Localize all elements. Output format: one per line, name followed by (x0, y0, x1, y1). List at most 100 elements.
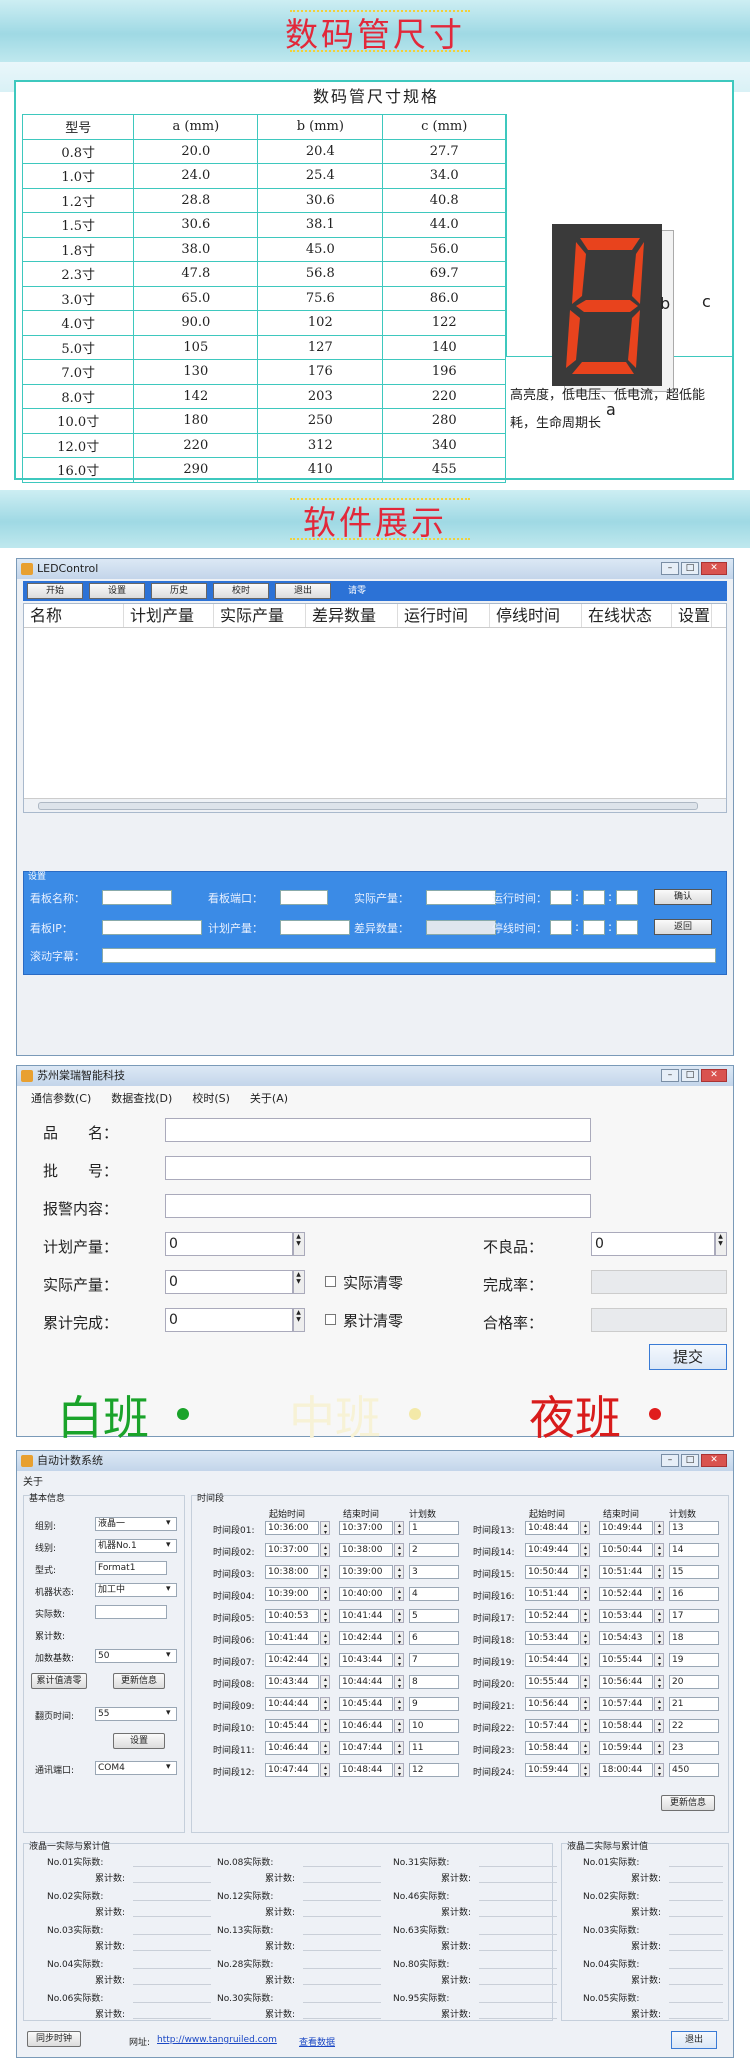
plan-input[interactable] (280, 920, 350, 935)
minimize-button-3[interactable]: – (661, 1454, 679, 1467)
plan-count-input[interactable]: 6 (409, 1631, 459, 1645)
menu-item[interactable]: 数据查找(D) (111, 1090, 172, 1106)
spin-icon[interactable]: ▴▾ (654, 1543, 664, 1558)
start-time-input[interactable]: 10:46:44 (265, 1741, 319, 1755)
board-name-input[interactable] (102, 890, 172, 905)
plan-count-input[interactable]: 23 (669, 1741, 719, 1755)
spin-icon[interactable]: ▴▾ (654, 1675, 664, 1690)
spin-icon[interactable]: ▴▾ (580, 1565, 590, 1580)
column-header[interactable]: 实际产量 (214, 604, 306, 627)
spin-icon[interactable]: ▴▾ (654, 1653, 664, 1668)
cum-stepper[interactable]: 0 (165, 1308, 293, 1332)
toolbar-button[interactable]: 退出 (275, 583, 331, 599)
spin-icon[interactable]: ▴▾ (394, 1565, 404, 1580)
view-data-link[interactable]: 查看数据 (299, 2035, 335, 2048)
spin-icon[interactable]: ▴▾ (394, 1587, 404, 1602)
spin-icon[interactable]: ▴▾ (654, 1631, 664, 1646)
spin-icon[interactable]: ▴▾ (394, 1741, 404, 1756)
spin-icon[interactable]: ▴▾ (394, 1653, 404, 1668)
spin-icon[interactable]: ▴▾ (580, 1543, 590, 1558)
name-input[interactable] (165, 1118, 591, 1142)
end-time-input[interactable]: 10:41:44 (339, 1609, 393, 1623)
start-time-input[interactable]: 10:53:44 (525, 1631, 579, 1645)
start-time-input[interactable]: 10:43:44 (265, 1675, 319, 1689)
start-time-input[interactable]: 10:59:44 (525, 1763, 579, 1777)
end-time-input[interactable]: 10:40:00 (339, 1587, 393, 1601)
plan-count-input[interactable]: 11 (409, 1741, 459, 1755)
start-time-input[interactable]: 10:36:00 (265, 1521, 319, 1535)
start-time-input[interactable]: 10:38:00 (265, 1565, 319, 1579)
spin-icon[interactable]: ▴▾ (320, 1653, 330, 1668)
spin-icon[interactable]: ▴▾ (394, 1631, 404, 1646)
exit-button[interactable]: 退出 (671, 2031, 717, 2049)
stepper-arrows[interactable]: ▲▼ (715, 1232, 727, 1256)
spin-icon[interactable]: ▴▾ (580, 1631, 590, 1646)
column-header[interactable]: 运行时间 (398, 604, 490, 627)
spin-icon[interactable]: ▴▾ (580, 1763, 590, 1778)
stop-time-hh[interactable] (550, 920, 572, 935)
plan-count-input[interactable]: 2 (409, 1543, 459, 1557)
maximize-button[interactable]: □ (681, 562, 699, 575)
bad-stepper[interactable]: 0 (591, 1232, 715, 1256)
stepper-arrows[interactable]: ▲▼ (293, 1270, 305, 1294)
plan-count-input[interactable]: 1 (409, 1521, 459, 1535)
spin-icon[interactable]: ▴▾ (320, 1609, 330, 1624)
plan-count-input[interactable]: 19 (669, 1653, 719, 1667)
plan-count-input[interactable]: 9 (409, 1697, 459, 1711)
end-time-input[interactable]: 10:39:00 (339, 1565, 393, 1579)
toolbar-button[interactable]: 历史 (151, 583, 207, 599)
column-header[interactable]: 设置 (672, 604, 712, 627)
start-time-input[interactable]: 10:55:44 (525, 1675, 579, 1689)
start-time-input[interactable]: 10:44:44 (265, 1697, 319, 1711)
stop-time-ss[interactable] (616, 920, 638, 935)
maximize-button-3[interactable]: □ (681, 1454, 699, 1467)
close-button-3[interactable]: ✕ (701, 1454, 727, 1467)
line-select[interactable]: 机器No.1 (95, 1539, 177, 1553)
spin-icon[interactable]: ▴▾ (654, 1697, 664, 1712)
start-time-input[interactable]: 10:40:53 (265, 1609, 319, 1623)
plan-count-input[interactable]: 7 (409, 1653, 459, 1667)
start-time-input[interactable]: 10:45:44 (265, 1719, 319, 1733)
end-time-input[interactable]: 10:45:44 (339, 1697, 393, 1711)
state-select[interactable]: 加工中 (95, 1583, 177, 1597)
spin-icon[interactable]: ▴▾ (394, 1521, 404, 1536)
site-link[interactable]: http://www.tangruiled.com (157, 2035, 277, 2045)
spin-icon[interactable]: ▴▾ (394, 1719, 404, 1734)
submit-button[interactable]: 提交 (649, 1344, 727, 1370)
base-select[interactable]: 50 (95, 1649, 177, 1663)
toolbar-button[interactable]: 校时 (213, 583, 269, 599)
spin-icon[interactable]: ▴▾ (320, 1543, 330, 1558)
type-input[interactable]: Format1 (95, 1561, 167, 1575)
spin-icon[interactable]: ▴▾ (580, 1741, 590, 1756)
confirm-button[interactable]: 确认 (654, 889, 712, 905)
spin-icon[interactable]: ▴▾ (394, 1675, 404, 1690)
checkbox[interactable] (325, 1276, 336, 1287)
plan-count-input[interactable]: 5 (409, 1609, 459, 1623)
run-time-ss[interactable] (616, 890, 638, 905)
spin-icon[interactable]: ▴▾ (394, 1697, 404, 1712)
column-header[interactable]: 名称 (24, 604, 124, 627)
spin-icon[interactable]: ▴▾ (580, 1653, 590, 1668)
close-button-2[interactable]: ✕ (701, 1069, 727, 1082)
end-time-input[interactable]: 18:00:44 (599, 1763, 653, 1777)
start-time-input[interactable]: 10:58:44 (525, 1741, 579, 1755)
end-time-input[interactable]: 10:52:44 (599, 1587, 653, 1601)
toolbar-button[interactable]: 设置 (89, 583, 145, 599)
menu-about[interactable]: 关于 (17, 1471, 733, 1490)
plan-count-input[interactable]: 3 (409, 1565, 459, 1579)
spin-icon[interactable]: ▴▾ (654, 1609, 664, 1624)
end-time-input[interactable]: 10:48:44 (339, 1763, 393, 1777)
plan-count-input[interactable]: 17 (669, 1609, 719, 1623)
board-port-input[interactable] (280, 890, 328, 905)
page-select[interactable]: 55 (95, 1707, 177, 1721)
horizontal-scrollbar[interactable] (24, 798, 726, 812)
end-time-input[interactable]: 10:58:44 (599, 1719, 653, 1733)
checkbox[interactable] (325, 1314, 336, 1325)
stepper-arrows[interactable]: ▲▼ (293, 1232, 305, 1256)
spin-icon[interactable]: ▴▾ (654, 1719, 664, 1734)
minimize-button[interactable]: – (661, 562, 679, 575)
spin-icon[interactable]: ▴▾ (580, 1675, 590, 1690)
spin-icon[interactable]: ▴▾ (654, 1565, 664, 1580)
back-button[interactable]: 返回 (654, 919, 712, 935)
port-select[interactable]: COM4 (95, 1761, 177, 1775)
